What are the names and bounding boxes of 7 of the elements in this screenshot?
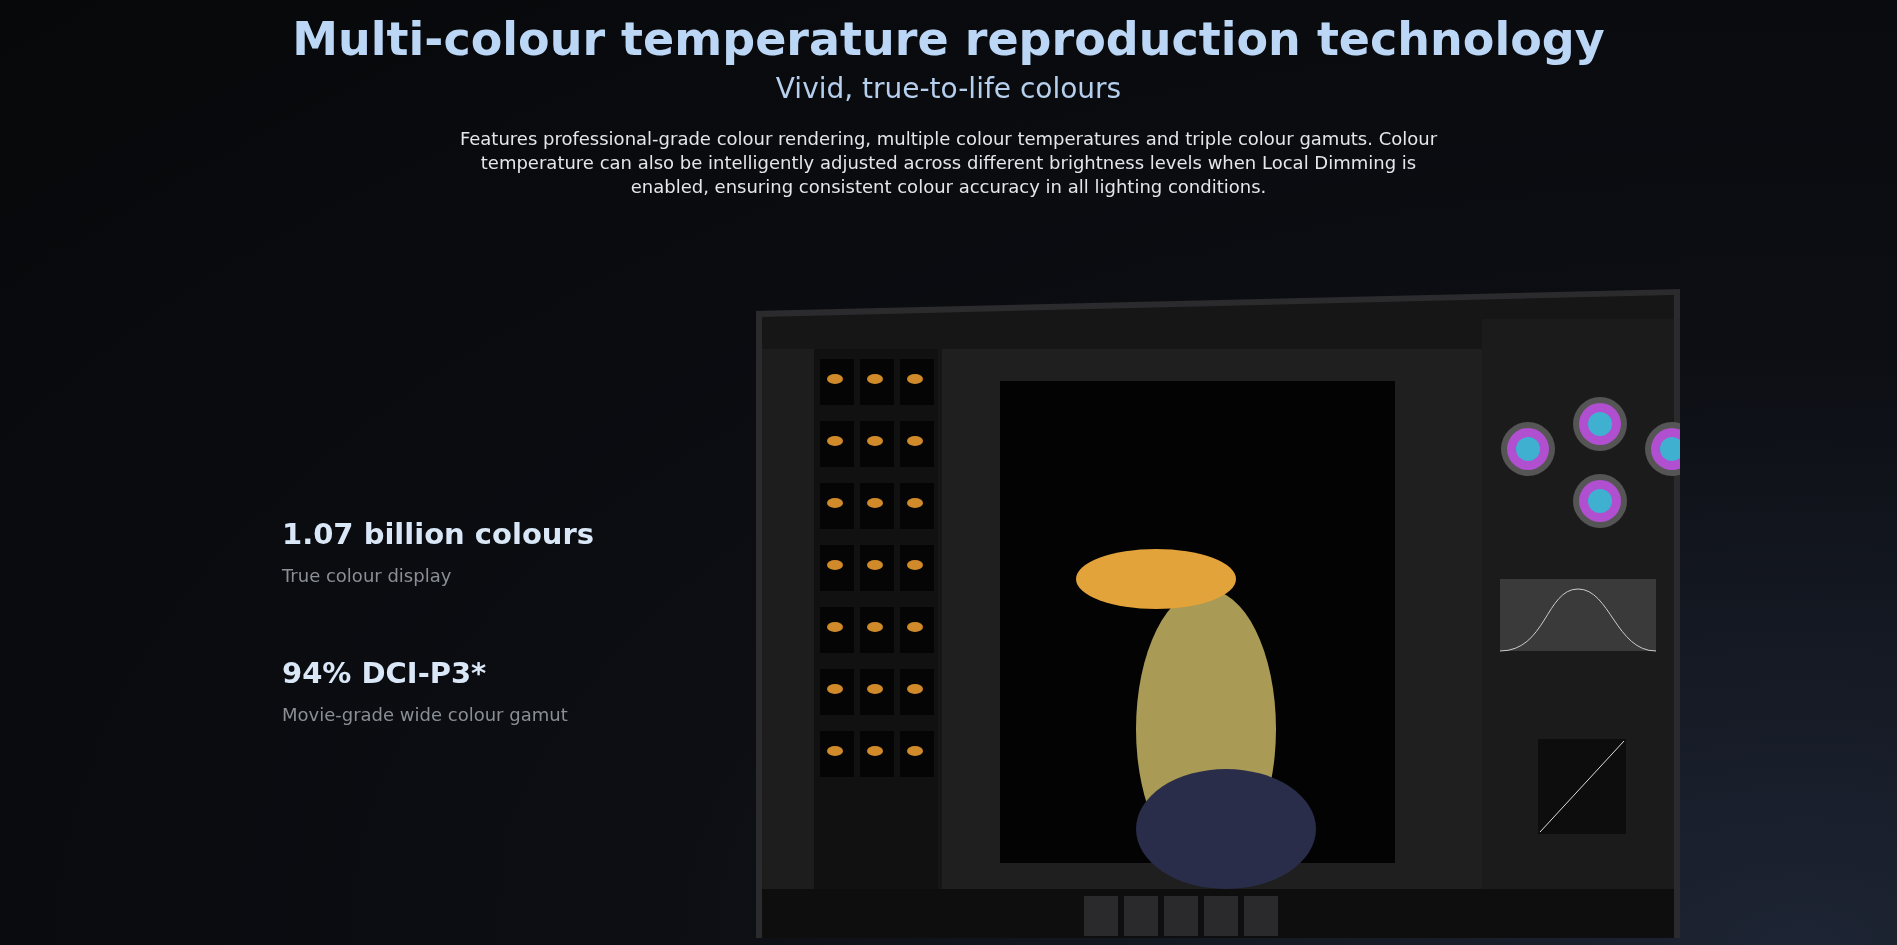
feature-value: 1.07 billion colours — [282, 517, 596, 551]
feature-caption: Movie-grade wide colour gamut — [282, 704, 569, 725]
section-subtitle: Vivid, true-to-life colours — [775, 72, 1122, 105]
section-description: Features professional-grade colour rendering, multiple colour temperatures and triple colour gamuts. Colour temperature can also be intelligently adjusted across different brightness levels when Local Dimming is enabled, ensuring consistent colour accuracy in all lighting conditions. — [458, 127, 1439, 199]
feature-caption: True colour display — [282, 565, 453, 586]
feature-value: 94% DCI-P3* — [282, 656, 488, 690]
section-title: Multi-colour temperature reproduction technology — [292, 12, 1605, 66]
